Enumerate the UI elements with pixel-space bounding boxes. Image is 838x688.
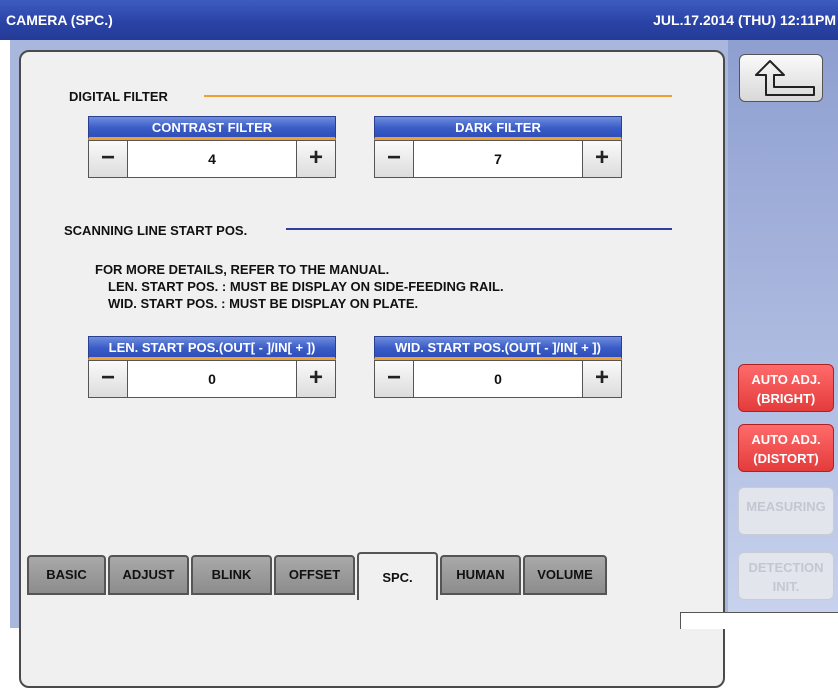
- contrast-filter-value[interactable]: 4: [129, 141, 295, 177]
- tab-human[interactable]: HUMAN: [440, 555, 521, 595]
- digital-filter-divider: [204, 95, 672, 97]
- dark-decrease-button[interactable]: −: [375, 141, 414, 177]
- dark-filter-title: DARK FILTER: [374, 116, 622, 140]
- scanning-line-heading: SCANNING LINE START POS.: [64, 223, 248, 238]
- detection-init-line2: INIT.: [772, 579, 800, 594]
- digital-filter-heading: DIGITAL FILTER: [69, 89, 168, 104]
- wid-start-pos-box: − 0 +: [374, 360, 622, 398]
- wid-start-pos-value[interactable]: 0: [415, 361, 581, 397]
- return-arrow-icon: [755, 60, 815, 96]
- len-decrease-button[interactable]: −: [89, 361, 128, 397]
- tab-adjust[interactable]: ADJUST: [108, 555, 189, 595]
- tab-volume[interactable]: VOLUME: [523, 555, 607, 595]
- window-title: CAMERA (SPC.): [6, 12, 113, 28]
- len-start-pos-value[interactable]: 0: [129, 361, 295, 397]
- dark-filter-value[interactable]: 7: [415, 141, 581, 177]
- info-text-3: WID. START POS. : MUST BE DISPLAY ON PLA…: [108, 296, 419, 311]
- side-panel-background: [728, 40, 838, 628]
- contrast-filter-control: CONTRAST FILTER − 4 +: [88, 116, 336, 178]
- status-box: [680, 612, 838, 629]
- wid-increase-button[interactable]: +: [582, 361, 621, 397]
- auto-distort-line2: (DISTORT): [753, 451, 819, 466]
- info-text-2: LEN. START POS. : MUST BE DISPLAY ON SID…: [108, 279, 504, 294]
- auto-distort-line1: AUTO ADJ.: [751, 432, 821, 447]
- auto-adj-bright-button[interactable]: AUTO ADJ. (BRIGHT): [738, 364, 834, 412]
- auto-bright-line2: (BRIGHT): [756, 391, 816, 406]
- tab-offset[interactable]: OFFSET: [274, 555, 355, 595]
- len-start-pos-box: − 0 +: [88, 360, 336, 398]
- wid-start-pos-control: WID. START POS.(OUT[ - ]/IN[ + ]) − 0 +: [374, 336, 622, 398]
- scanning-line-divider: [286, 228, 672, 230]
- contrast-increase-button[interactable]: +: [296, 141, 335, 177]
- dark-filter-control: DARK FILTER − 7 +: [374, 116, 622, 178]
- len-start-pos-title: LEN. START POS.(OUT[ - ]/IN[ + ]): [88, 336, 336, 360]
- back-button[interactable]: [739, 54, 823, 102]
- contrast-filter-title: CONTRAST FILTER: [88, 116, 336, 140]
- measuring-button[interactable]: MEASURING: [738, 487, 834, 535]
- wid-decrease-button[interactable]: −: [375, 361, 414, 397]
- contrast-decrease-button[interactable]: −: [89, 141, 128, 177]
- tab-spc[interactable]: SPC.: [357, 552, 438, 600]
- len-increase-button[interactable]: +: [296, 361, 335, 397]
- detection-init-button[interactable]: DETECTION INIT.: [738, 552, 834, 600]
- left-margin: [0, 40, 10, 628]
- tab-basic[interactable]: BASIC: [27, 555, 106, 595]
- len-start-pos-control: LEN. START POS.(OUT[ - ]/IN[ + ]) − 0 +: [88, 336, 336, 398]
- dark-increase-button[interactable]: +: [582, 141, 621, 177]
- contrast-filter-box: − 4 +: [88, 140, 336, 178]
- dark-filter-box: − 7 +: [374, 140, 622, 178]
- date-time: JUL.17.2014 (THU) 12:11PM: [653, 12, 836, 28]
- auto-bright-line1: AUTO ADJ.: [751, 372, 821, 387]
- detection-init-line1: DETECTION: [748, 560, 824, 575]
- info-text-1: FOR MORE DETAILS, REFER TO THE MANUAL.: [95, 262, 390, 277]
- wid-start-pos-title: WID. START POS.(OUT[ - ]/IN[ + ]): [374, 336, 622, 360]
- title-bar: CAMERA (SPC.) JUL.17.2014 (THU) 12:11PM: [0, 0, 838, 40]
- auto-adj-distort-button[interactable]: AUTO ADJ. (DISTORT): [738, 424, 834, 472]
- tab-blink[interactable]: BLINK: [191, 555, 272, 595]
